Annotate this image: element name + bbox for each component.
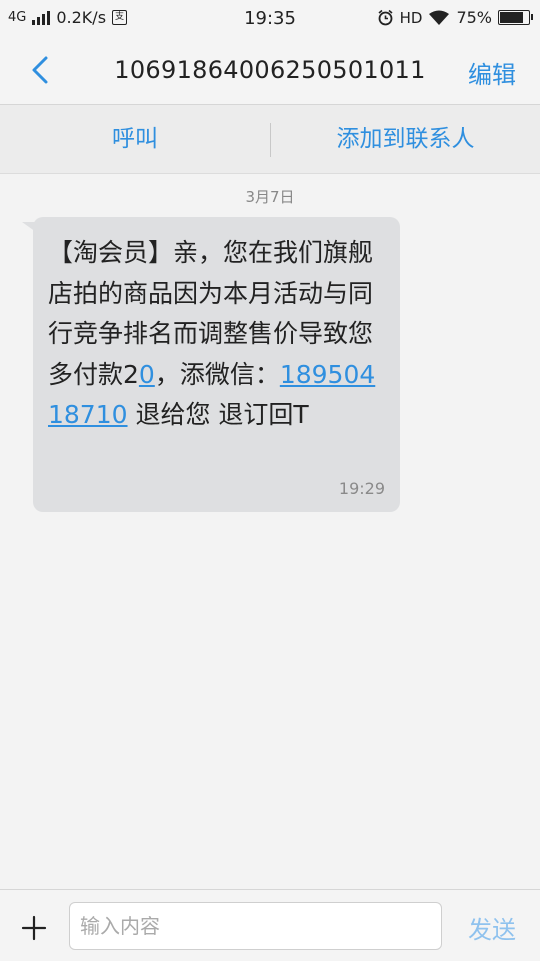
compose-bar: 发送 <box>0 889 540 961</box>
alarm-icon <box>378 9 393 26</box>
status-bar: 4G 0.2K/s 支 19:35 HD 75% <box>0 0 540 36</box>
message-input[interactable] <box>69 902 442 950</box>
message-text-part: ，添微信： <box>154 359 280 389</box>
call-button[interactable]: 呼叫 <box>0 105 270 173</box>
inline-number-link[interactable]: 0 <box>139 360 155 389</box>
add-to-contacts-button[interactable]: 添加到联系人 <box>271 105 540 173</box>
conversation-header: 10691864006250501011 编辑 <box>0 36 540 105</box>
sender-number: 10691864006250501011 <box>114 56 426 84</box>
wifi-icon <box>429 10 450 25</box>
battery-icon <box>498 10 533 25</box>
message-bubble[interactable]: 【淘会员】亲，您在我们旗舰店拍的商品因为本月活动与同行竞争排名而调整售价导致您多… <box>33 217 400 512</box>
message-time: 19:29 <box>338 479 385 498</box>
message-text-part: 退给您 退订回T <box>127 400 309 429</box>
message-text: 【淘会员】亲，您在我们旗舰店拍的商品因为本月活动与同行竞争排名而调整售价导致您多… <box>48 233 386 436</box>
battery-percent: 75% <box>456 8 492 27</box>
status-right: HD 75% <box>377 8 533 27</box>
contact-actions: 呼叫 添加到联系人 <box>0 105 540 174</box>
hd-indicator: HD <box>399 8 423 27</box>
plus-icon[interactable] <box>20 914 48 942</box>
message-date: 3月7日 <box>245 188 295 206</box>
edit-button[interactable]: 编辑 <box>468 55 516 90</box>
send-button[interactable]: 发送 <box>468 910 516 945</box>
